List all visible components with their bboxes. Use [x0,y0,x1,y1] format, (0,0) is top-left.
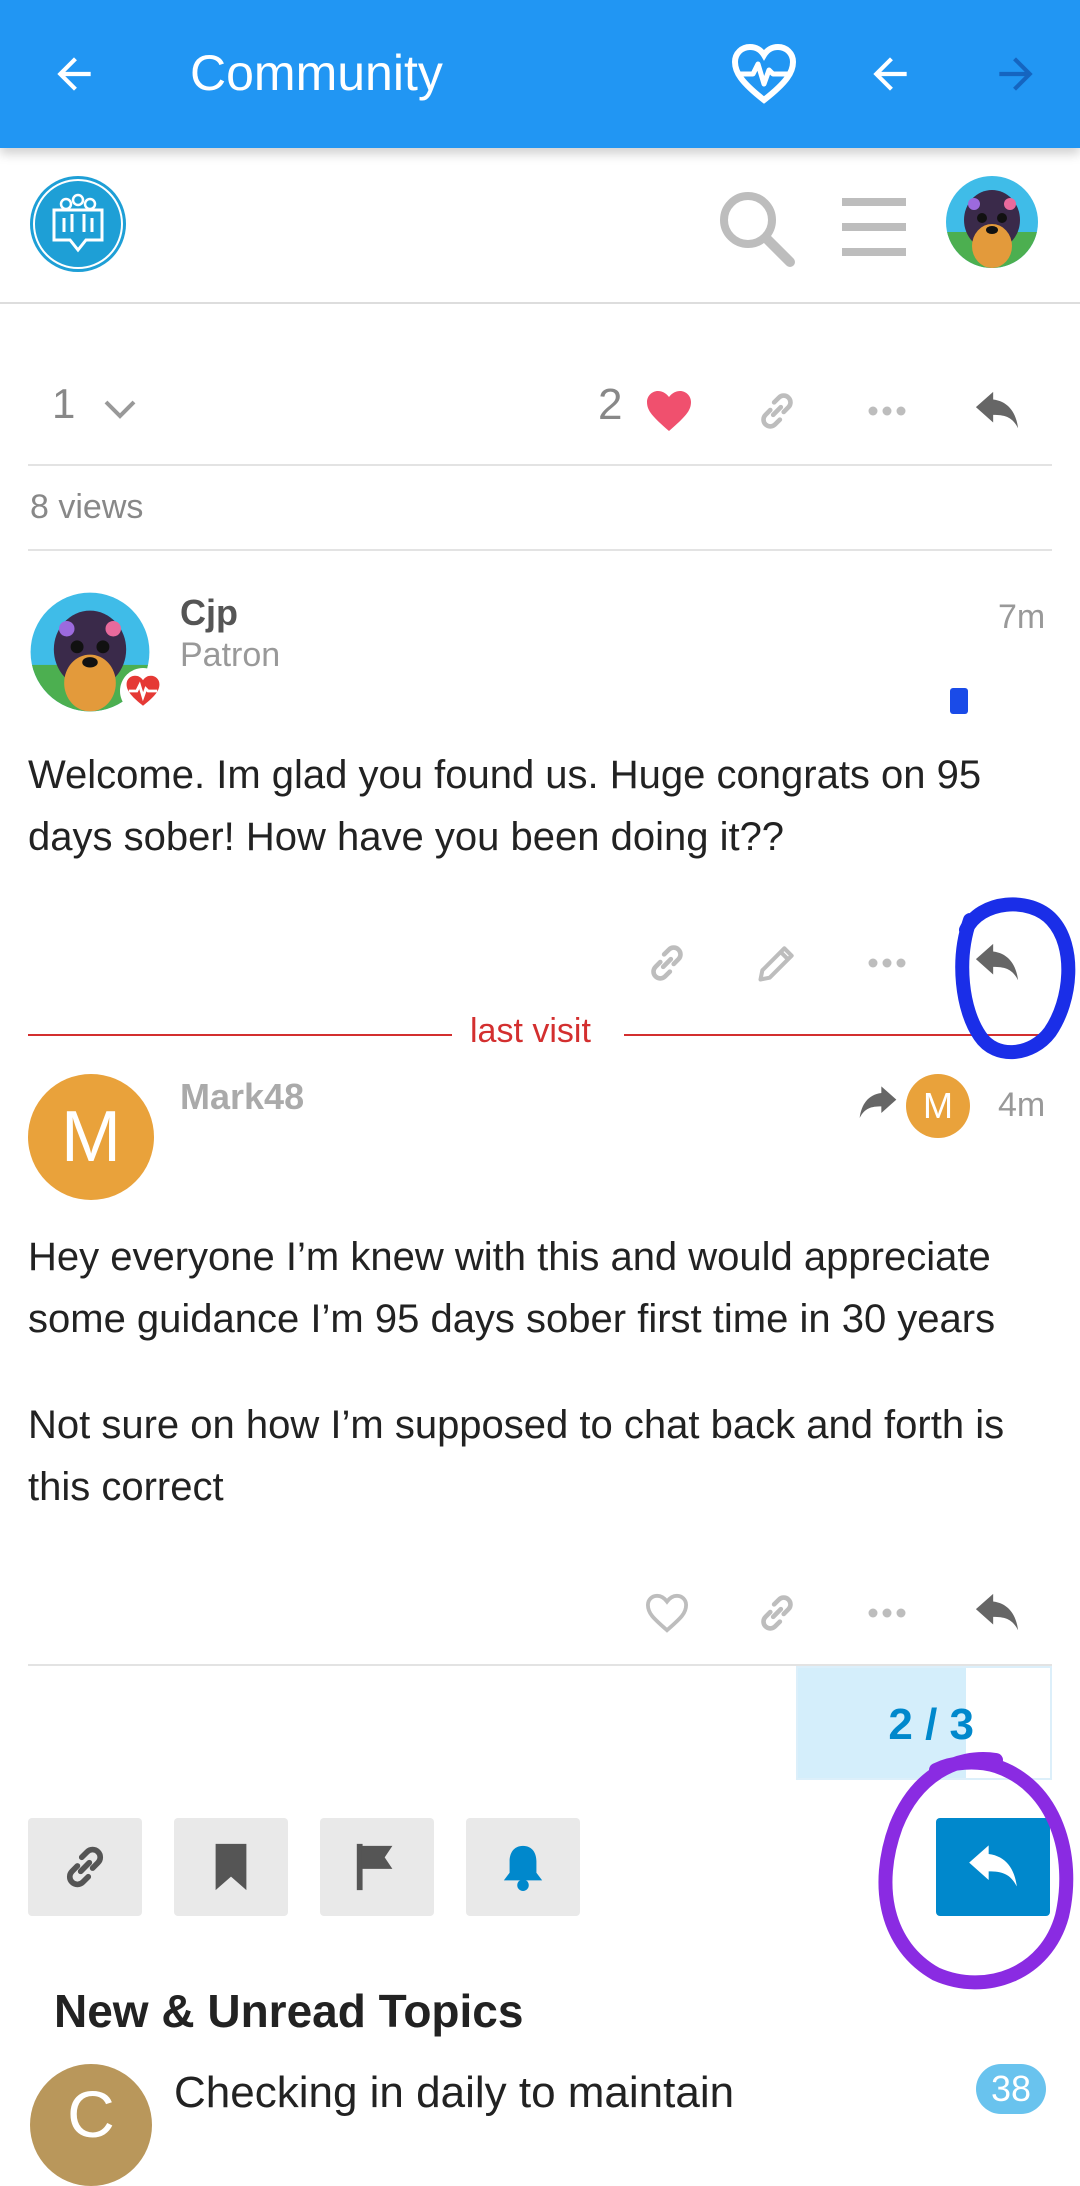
history-forward-icon[interactable] [976,34,1056,114]
app-bar: Community [0,0,1080,148]
like-count[interactable]: 2 [598,380,622,430]
topic-title[interactable]: Checking in daily to maintain [174,2068,734,2118]
hamburger-menu-icon[interactable] [836,192,912,262]
post-username[interactable]: Mark48 [180,1076,304,1118]
link-icon[interactable] [632,928,702,998]
heart-icon[interactable] [634,376,704,446]
more-options-icon[interactable] [852,928,922,998]
notification-bell-button[interactable] [466,1818,580,1916]
post-paragraph: Not sure on how I’m supposed to chat bac… [28,1403,1005,1509]
link-icon[interactable] [742,1578,812,1648]
reply-to-arrow-icon[interactable] [858,1086,898,1126]
reply-to-avatar[interactable]: M [906,1074,970,1138]
last-visit-line [28,1034,452,1036]
more-options-icon[interactable] [852,1578,922,1648]
post-time[interactable]: 4m [998,1086,1045,1125]
pencil-edit-icon[interactable] [742,928,812,998]
unread-indicator [950,688,968,714]
reply-icon[interactable] [962,376,1032,446]
history-back-icon[interactable] [850,34,930,114]
progress-label: 2 / 3 [888,1700,974,1749]
heart-pulse-badge-icon [120,668,166,714]
post-time[interactable]: 7m [998,598,1045,637]
likes-expand-count[interactable]: 1 [52,380,75,428]
flag-button[interactable] [320,1818,434,1916]
unread-count-badge[interactable]: 38 [976,2064,1046,2114]
post-body: Welcome. Im glad you found us. Huge cong… [28,753,982,859]
reply-icon[interactable] [962,1578,1032,1648]
post-username[interactable]: Cjp [180,592,238,634]
divider [28,464,1052,466]
post-author-avatar[interactable]: M [28,1074,154,1200]
divider [28,549,1052,551]
chevron-down-icon[interactable] [100,390,140,430]
search-icon[interactable] [716,188,796,268]
user-avatar[interactable] [944,174,1040,270]
section-title: New & Unread Topics [54,1985,524,2037]
bookmark-button[interactable] [174,1818,288,1916]
post-paragraph: Hey everyone I’m knew with this and woul… [28,1235,996,1341]
last-visit-label: last visit [470,1012,591,1050]
app-title: Community [190,45,443,101]
views-count: 8 views [30,488,144,526]
site-header [0,148,1080,304]
share-link-button[interactable] [28,1818,142,1916]
purple-annotation-circle [878,1752,1074,1990]
blue-annotation-circle [955,897,1076,1059]
back-arrow-icon[interactable] [34,34,114,114]
topic-author-avatar[interactable]: C [30,2064,152,2186]
user-title: Patron [180,636,281,674]
site-logo[interactable] [28,174,128,274]
link-icon[interactable] [742,376,812,446]
heart-pulse-icon[interactable] [724,34,804,114]
more-options-icon[interactable] [852,376,922,446]
heart-outline-icon[interactable] [632,1578,702,1648]
